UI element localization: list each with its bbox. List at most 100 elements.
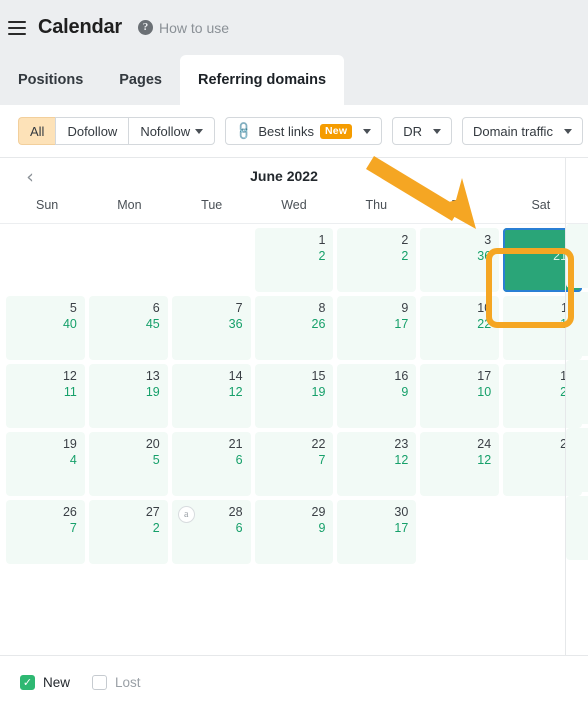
calendar-day-value: 18 [503, 316, 574, 333]
calendar-day-cell[interactable]: 22 [337, 228, 417, 292]
domain-traffic-filter-button[interactable]: Domain traffic [461, 117, 583, 145]
calendar-day-value: 19 [145, 385, 160, 399]
calendar-day-value: 17 [394, 521, 409, 535]
calendar-day-value: 9 [401, 385, 409, 399]
hamburger-icon[interactable] [8, 20, 26, 35]
calendar-day-value: 19 [311, 385, 326, 399]
calendar-day-cell[interactable]: 6 45 [88, 296, 168, 360]
calendar-day-number: 14 [228, 369, 243, 383]
calendar-day-cell[interactable]: 24 12 [420, 432, 500, 496]
calendar-day-cell[interactable]: 17 10 [420, 364, 500, 428]
filter-all-button[interactable]: All [18, 117, 56, 145]
chevron-down-icon [195, 128, 204, 134]
best-links-filter-button[interactable]: 🔗 Best links New [225, 117, 383, 145]
calendar-day-cell[interactable]: 14 12 [171, 364, 251, 428]
calendar-day-value: 219 [553, 249, 575, 263]
calendar-day-value: 11 [63, 385, 77, 399]
calendar-day-cell[interactable]: 23 12 [337, 432, 417, 496]
calendar-day-value: 2 [318, 249, 326, 263]
calendar-day-cell[interactable]: 13 19 [88, 364, 168, 428]
calendar-cell-empty [89, 228, 168, 292]
weekday-mon: Mon [117, 198, 142, 212]
calendar-day-cell[interactable]: 16 9 [337, 364, 417, 428]
how-to-use-label: How to use [159, 19, 230, 36]
calendar-day-value: 2 [152, 521, 160, 535]
weekday-sun: Sun [36, 198, 59, 212]
chevron-down-icon [563, 128, 572, 134]
calendar-day-cell[interactable]: 26 7 [6, 500, 85, 564]
vertical-scrollbar[interactable] [582, 158, 588, 655]
calendar-day-number: 9 [401, 301, 409, 315]
calendar-month-title: June 2022 [250, 168, 318, 184]
calendar-day-value: 9 [503, 452, 574, 469]
calendar-day-number: 2 [401, 233, 409, 247]
calendar-day-cell[interactable]: 19 4 [6, 432, 85, 496]
dr-filter-button[interactable]: DR [392, 117, 452, 145]
calendar-grid: 1222336421954064573682691710221118121113… [0, 224, 588, 564]
calendar-day-number: 10 [477, 301, 492, 315]
calendar-day-number: 4 [503, 233, 574, 248]
calendar-day-value: 7 [318, 453, 326, 467]
calendar-day-value: 6 [235, 453, 243, 467]
calendar-day-cell[interactable]: 15 19 [254, 364, 334, 428]
calendar-day-cell[interactable]: 9 17 [337, 296, 417, 360]
question-mark-icon: ? [138, 20, 153, 35]
calendar-day-cell[interactable]: 21 6 [171, 432, 251, 496]
calendar-day-number: 13 [145, 369, 160, 383]
calendar-cell-empty [6, 228, 85, 292]
calendar-day-cell[interactable]: 20 5 [88, 432, 168, 496]
tab-bar: Positions Pages Referring domains [0, 55, 588, 105]
calendar-day-number: 1 [318, 233, 326, 247]
calendar-week-row: 54064573682691710221118 [6, 296, 583, 360]
how-to-use-link[interactable]: ? How to use [138, 20, 229, 36]
tab-referring-domains[interactable]: Referring domains [180, 55, 345, 105]
filter-nofollow-label: Nofollow [140, 123, 191, 139]
filter-toolbar: All Dofollow Nofollow 🔗 Best links New D… [0, 105, 588, 158]
calendar-day-value: 4 [69, 453, 77, 467]
calendar-day-cell[interactable]: 22 7 [254, 432, 334, 496]
weekday-fri: Fri [451, 198, 466, 212]
calendar-day-cell[interactable]: 27 2 [88, 500, 168, 564]
calendar-day-value: 12 [228, 385, 243, 399]
calendar-day-number: 18 [503, 369, 574, 384]
calendar-cell-empty [420, 500, 499, 564]
weekday-sat: Sat [531, 198, 551, 212]
filter-nofollow-button[interactable]: Nofollow [128, 117, 216, 145]
calendar-day-value: 6 [235, 521, 243, 535]
calendar-week-row: 26 7 27 2 a 28 6 29 9 30 17 [6, 500, 582, 564]
calendar-day-value: 12 [477, 453, 492, 467]
tab-positions[interactable]: Positions [0, 55, 101, 105]
calendar-day-cell[interactable]: 30 17 [337, 500, 417, 564]
checkbox-lost[interactable] [92, 674, 108, 690]
calendar-day-cell[interactable]: 7 36 [171, 296, 251, 360]
chevron-down-icon [363, 128, 372, 134]
calendar-day-number: 17 [477, 369, 492, 383]
calendar-day-value: 5 [152, 453, 160, 467]
legend-item-lost[interactable]: Lost [92, 674, 141, 690]
page-title: Calendar [38, 16, 122, 38]
tab-pages[interactable]: Pages [101, 55, 180, 105]
checkbox-new[interactable]: ✓ [20, 674, 35, 690]
calendar-day-cell[interactable]: a 28 6 [171, 500, 251, 564]
filter-dofollow-button[interactable]: Dofollow [55, 117, 129, 145]
calendar-day-number: 24 [477, 437, 492, 451]
calendar-day-cell[interactable]: 8 26 [254, 296, 334, 360]
calendar-day-number: 22 [311, 437, 326, 451]
calendar-day-number: 3 [484, 233, 492, 247]
calendar-day-number: 23 [394, 437, 409, 451]
calendar-day-value: 2 [401, 249, 409, 263]
calendar-day-value: 17 [394, 317, 409, 331]
legend-item-new[interactable]: ✓ New [20, 674, 70, 690]
calendar-day-cell[interactable]: 3 36 [420, 228, 500, 292]
calendar-day-value: 10 [477, 385, 492, 399]
calendar-day-cell[interactable]: 12 11 [6, 364, 85, 428]
calendar-panel: ‹ June 2022 Sun Mon Tue Wed Thu Fri Sat … [0, 158, 588, 655]
calendar-day-cell[interactable]: 10 22 [420, 296, 500, 360]
calendar-day-cell[interactable]: 29 9 [254, 500, 334, 564]
calendar-day-number: 15 [311, 369, 326, 383]
content-card: All Dofollow Nofollow 🔗 Best links New D… [0, 105, 588, 708]
chevron-down-icon [432, 128, 441, 134]
calendar-day-cell[interactable]: 12 [254, 228, 334, 292]
calendar-day-cell[interactable]: 5 40 [6, 296, 85, 360]
calendar-day-number: 19 [62, 437, 77, 451]
